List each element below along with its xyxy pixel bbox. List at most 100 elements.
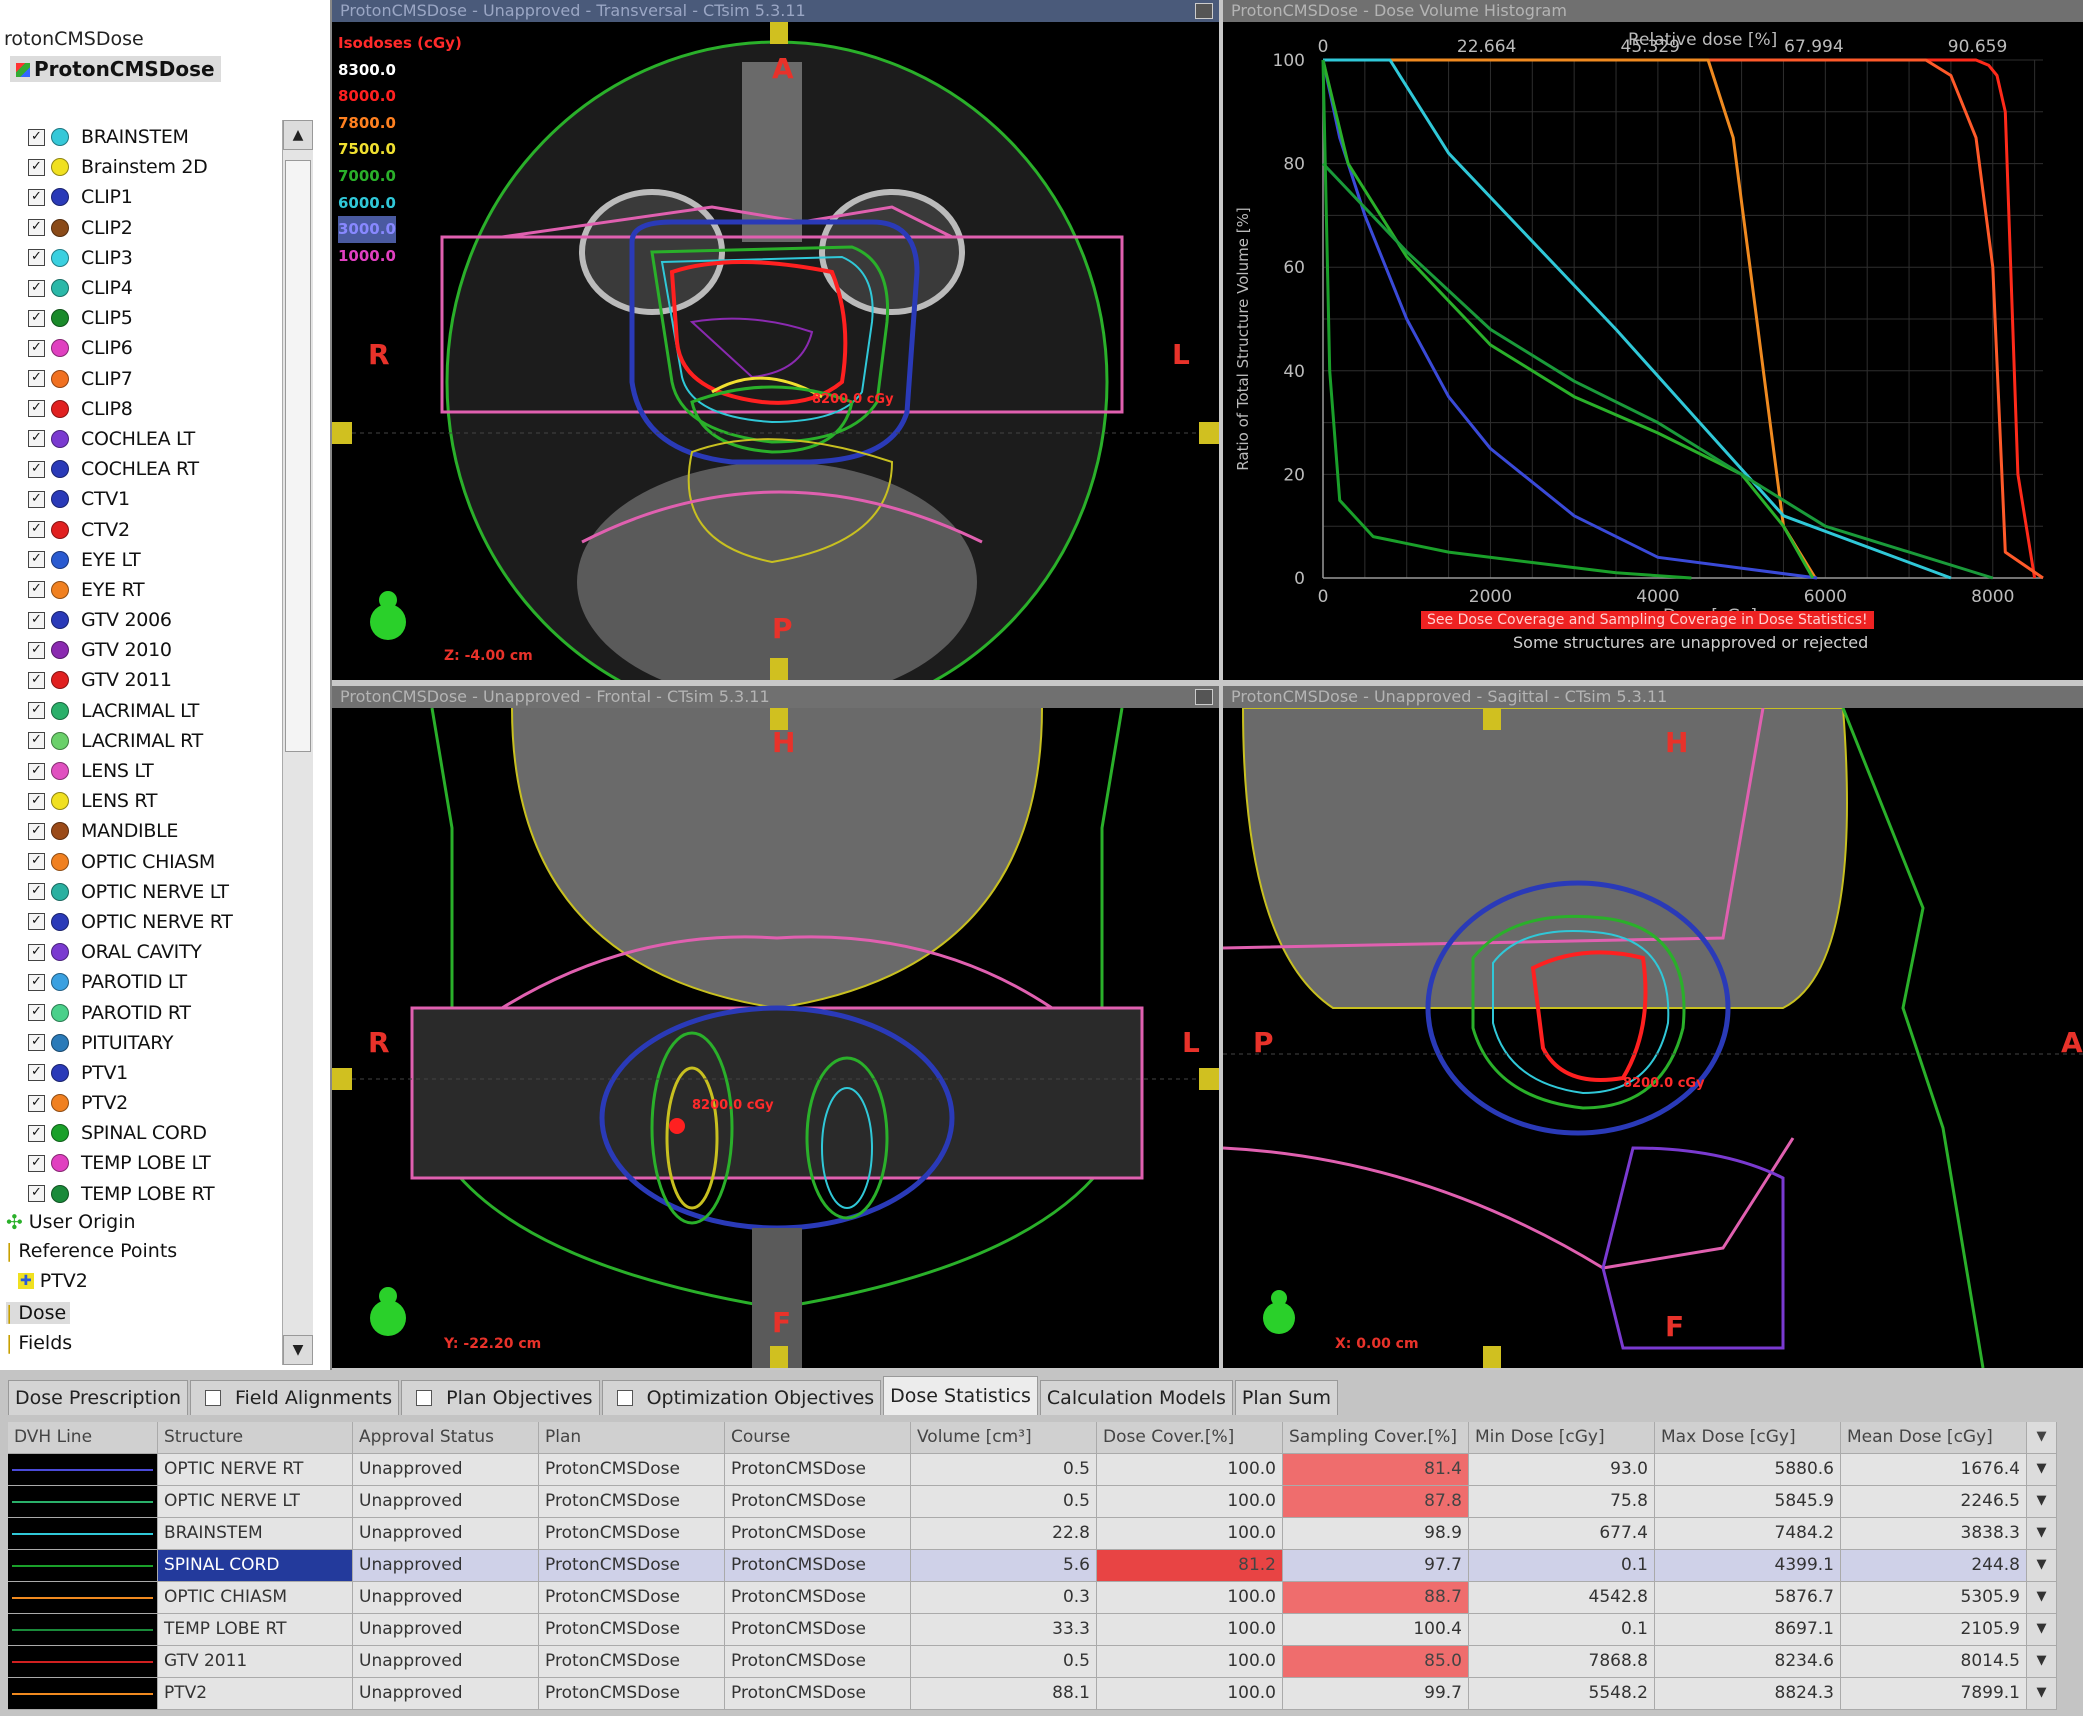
column-header[interactable]: Approval Status (353, 1422, 539, 1454)
column-header[interactable]: DVH Line (8, 1422, 158, 1454)
visibility-checkbox[interactable]: ✓ (28, 732, 45, 750)
table-row[interactable]: SPINAL CORD Unapproved ProtonCMSDose Proton… (8, 1550, 2074, 1582)
tab-checkbox[interactable] (616, 1390, 633, 1406)
structure-item[interactable]: ✓ TEMP LOBE RT (28, 1179, 298, 1209)
column-header[interactable]: Volume [cm³] (911, 1422, 1097, 1454)
structure-item[interactable]: ✓ OPTIC NERVE LT (28, 877, 298, 907)
visibility-checkbox[interactable]: ✓ (28, 521, 45, 539)
row-menu-icon[interactable]: ▼ (2027, 1550, 2057, 1582)
structure-item[interactable]: ✓ PTV1 (28, 1058, 298, 1088)
isodose-level[interactable]: 8300.0 (338, 57, 462, 84)
structure-item[interactable]: ✓ PAROTID RT (28, 997, 298, 1027)
visibility-checkbox[interactable]: ✓ (28, 943, 45, 961)
column-header[interactable]: Structure (158, 1422, 353, 1454)
tab-calculation-models[interactable]: Calculation Models (1039, 1380, 1233, 1415)
tree-item-fields[interactable]: | Fields (6, 1332, 72, 1354)
isodose-level[interactable]: 8000.0 (338, 83, 462, 110)
visibility-checkbox[interactable]: ✓ (28, 853, 45, 871)
structure-item[interactable]: ✓ COCHLEA LT (28, 424, 298, 454)
structure-item[interactable]: ✓ GTV 2006 (28, 605, 298, 635)
table-row[interactable]: OPTIC CHIASM Unapproved ProtonCMSDose Proto… (8, 1582, 2074, 1614)
visibility-checkbox[interactable]: ✓ (28, 611, 45, 629)
isodose-level[interactable]: 1000.0 (338, 243, 462, 270)
structure-item[interactable]: ✓ CTV1 (28, 484, 298, 514)
row-menu-icon[interactable]: ▼ (2027, 1518, 2057, 1550)
scroll-up-icon[interactable]: ▲ (283, 120, 313, 150)
structure-item[interactable]: ✓ CTV2 (28, 514, 298, 544)
structure-item[interactable]: ✓ EYE RT (28, 575, 298, 605)
visibility-checkbox[interactable]: ✓ (28, 913, 45, 931)
column-header[interactable]: Mean Dose [cGy] (1841, 1422, 2027, 1454)
column-header[interactable]: Course (725, 1422, 911, 1454)
column-header[interactable]: Max Dose [cGy] (1655, 1422, 1841, 1454)
isodose-level[interactable]: 3000.0 (338, 216, 396, 243)
visibility-checkbox[interactable]: ✓ (28, 370, 45, 388)
structure-item[interactable]: ✓ PAROTID LT (28, 967, 298, 997)
visibility-checkbox[interactable]: ✓ (28, 581, 45, 599)
structure-item[interactable]: ✓ PTV2 (28, 1088, 298, 1118)
visibility-checkbox[interactable]: ✓ (28, 339, 45, 357)
tree-item-user-origin[interactable]: ✣ User Origin (6, 1210, 136, 1234)
visibility-checkbox[interactable]: ✓ (28, 188, 45, 206)
dvh-view[interactable]: ProtonCMSDose - Dose Volume Histogram 0 2… (1223, 0, 2083, 680)
scroll-down-icon[interactable]: ▼ (283, 1335, 313, 1365)
row-menu-icon[interactable]: ▼ (2027, 1678, 2057, 1710)
visibility-checkbox[interactable]: ✓ (28, 671, 45, 689)
tree-scrollbar[interactable]: ▲ ▼ (282, 120, 313, 1365)
tree-root-plan[interactable]: ProtonCMSDose (10, 56, 221, 82)
visibility-checkbox[interactable]: ✓ (28, 158, 45, 176)
structure-item[interactable]: ✓ CLIP1 (28, 182, 298, 212)
tab-checkbox[interactable] (416, 1390, 433, 1406)
structure-item[interactable]: ✓ CLIP4 (28, 273, 298, 303)
visibility-checkbox[interactable]: ✓ (28, 219, 45, 237)
structure-item[interactable]: ✓ EYE LT (28, 545, 298, 575)
structure-item[interactable]: ✓ MANDIBLE (28, 816, 298, 846)
structure-item[interactable]: ✓ CLIP2 (28, 213, 298, 243)
structure-item[interactable]: ✓ GTV 2011 (28, 665, 298, 695)
tab-plan-sum[interactable]: Plan Sum (1234, 1380, 1338, 1415)
structure-item[interactable]: ✓ COCHLEA RT (28, 454, 298, 484)
table-row[interactable]: OPTIC NERVE LT Unapproved ProtonCMSDose Pro… (8, 1486, 2074, 1518)
tree-item-reference-points[interactable]: | Reference Points (6, 1240, 177, 1262)
structure-item[interactable]: ✓ LENS LT (28, 756, 298, 786)
tab-optimization-objectives[interactable]: Optimization Objectives (601, 1380, 882, 1415)
structure-item[interactable]: ✓ CLIP8 (28, 394, 298, 424)
visibility-checkbox[interactable]: ✓ (28, 973, 45, 991)
visibility-checkbox[interactable]: ✓ (28, 1124, 45, 1142)
isodose-level[interactable]: 6000.0 (338, 190, 462, 217)
structure-item[interactable]: ✓ ORAL CAVITY (28, 937, 298, 967)
structure-item[interactable]: ✓ CLIP3 (28, 243, 298, 273)
visibility-checkbox[interactable]: ✓ (28, 641, 45, 659)
table-row[interactable]: GTV 2011 Unapproved ProtonCMSDose ProtonCMS… (8, 1646, 2074, 1678)
structure-item[interactable]: ✓ OPTIC CHIASM (28, 847, 298, 877)
table-row[interactable]: PTV2 Unapproved ProtonCMSDose ProtonCMSDose… (8, 1678, 2074, 1710)
visibility-checkbox[interactable]: ✓ (28, 1064, 45, 1082)
structure-item[interactable]: ✓ CLIP5 (28, 303, 298, 333)
structure-item[interactable]: ✓ PITUITARY (28, 1028, 298, 1058)
row-menu-icon[interactable]: ▼ (2027, 1646, 2057, 1678)
structure-item[interactable]: ✓ CLIP7 (28, 364, 298, 394)
row-menu-icon[interactable]: ▼ (2027, 1614, 2057, 1646)
visibility-checkbox[interactable]: ✓ (28, 702, 45, 720)
table-row[interactable]: TEMP LOBE RT Unapproved ProtonCMSDose Proto… (8, 1614, 2074, 1646)
sagittal-view[interactable]: ProtonCMSDose - Unapproved - Sagittal - … (1223, 686, 2083, 1368)
visibility-checkbox[interactable]: ✓ (28, 1034, 45, 1052)
table-row[interactable]: OPTIC NERVE RT Unapproved ProtonCMSDose Pro… (8, 1454, 2074, 1486)
visibility-checkbox[interactable]: ✓ (28, 1154, 45, 1172)
tab-dose-prescription[interactable]: Dose Prescription (8, 1380, 188, 1415)
visibility-checkbox[interactable]: ✓ (28, 309, 45, 327)
column-header[interactable]: Plan (539, 1422, 725, 1454)
row-menu-icon[interactable]: ▼ (2027, 1582, 2057, 1614)
table-row[interactable]: BRAINSTEM Unapproved ProtonCMSDose ProtonCM… (8, 1518, 2074, 1550)
column-header[interactable]: Sampling Cover.[%] (1283, 1422, 1469, 1454)
visibility-checkbox[interactable]: ✓ (28, 400, 45, 418)
visibility-checkbox[interactable]: ✓ (28, 128, 45, 146)
isodose-level[interactable]: 7000.0 (338, 163, 462, 190)
structure-item[interactable]: ✓ BRAINSTEM (28, 122, 298, 152)
column-header[interactable]: Dose Cover.[%] (1097, 1422, 1283, 1454)
structure-item[interactable]: ✓ SPINAL CORD (28, 1118, 298, 1148)
visibility-checkbox[interactable]: ✓ (28, 1094, 45, 1112)
visibility-checkbox[interactable]: ✓ (28, 792, 45, 810)
maximize-icon[interactable] (1195, 689, 1213, 705)
visibility-checkbox[interactable]: ✓ (28, 822, 45, 840)
